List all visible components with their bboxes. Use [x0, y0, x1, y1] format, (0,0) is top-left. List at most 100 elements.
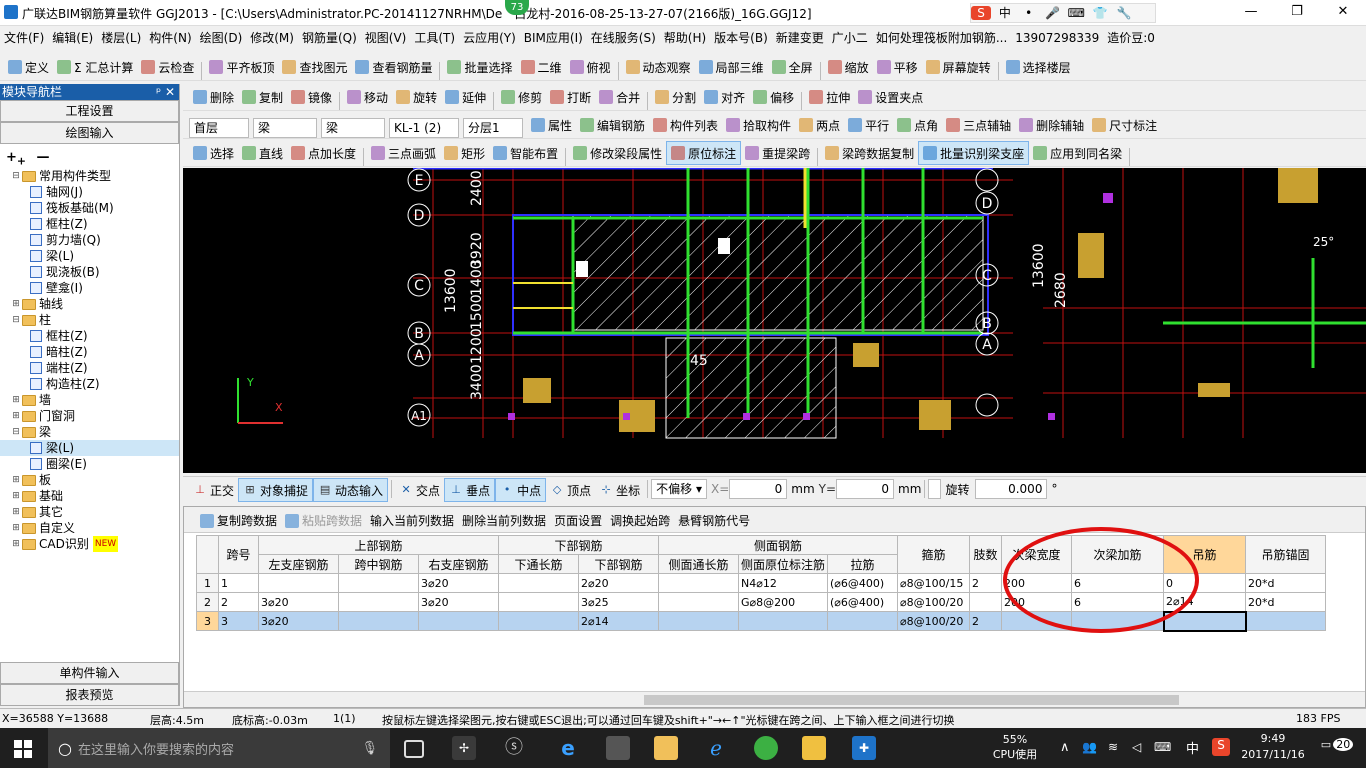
- toolbar1-item-12[interactable]: 缩放: [824, 55, 873, 79]
- table-cell[interactable]: [658, 592, 739, 612]
- table-cell[interactable]: [1245, 611, 1327, 631]
- table-cell[interactable]: [498, 592, 579, 612]
- menu-item-1[interactable]: 编辑(E): [48, 26, 97, 50]
- toolbar2-item-4[interactable]: 旋转: [392, 85, 441, 109]
- tree-expander-icon[interactable]: ⊟: [10, 168, 22, 184]
- layer-select-4[interactable]: 分层1: [463, 118, 523, 138]
- toolbar2-item-11[interactable]: 偏移: [749, 85, 798, 109]
- layer-select-0[interactable]: 首层: [189, 118, 249, 138]
- file-explorer-icon[interactable]: [654, 736, 678, 760]
- toolbar3-item-9[interactable]: 尺寸标注: [1088, 113, 1161, 137]
- toolbar4-item-0[interactable]: 选择: [189, 141, 238, 165]
- toolbar4-item-9[interactable]: 梁跨数据复制: [821, 141, 918, 165]
- tree-node-12[interactable]: 端柱(Z): [0, 360, 179, 376]
- toolbar4-item-11[interactable]: 应用到同名梁: [1029, 141, 1126, 165]
- tree-expander-icon[interactable]: ⊟: [10, 424, 22, 440]
- toolbar1-item-10[interactable]: 局部三维: [695, 55, 768, 79]
- menu-item-16[interactable]: 如何处理筏板附加钢筋...: [872, 26, 1011, 50]
- tree-expander-icon[interactable]: ⊞: [10, 472, 22, 488]
- table-cell[interactable]: 3: [218, 611, 259, 631]
- table-cell[interactable]: 2: [969, 611, 1003, 631]
- ime-indicator[interactable]: 中: [1186, 738, 1199, 757]
- person-tray-icon[interactable]: 👥: [1082, 740, 1097, 754]
- tree-node-1[interactable]: 轴网(J): [0, 184, 179, 200]
- maximize-button[interactable]: ❐: [1274, 0, 1320, 26]
- tree-node-5[interactable]: 梁(L): [0, 248, 179, 264]
- tree-node-3[interactable]: 框柱(Z): [0, 216, 179, 232]
- green-app-icon[interactable]: [754, 736, 778, 760]
- tree-node-14[interactable]: ⊞ 墙: [0, 392, 179, 408]
- tree-expander-icon[interactable]: ⊞: [10, 520, 22, 536]
- toolbar2-item-6[interactable]: 修剪: [497, 85, 546, 109]
- table-cell[interactable]: 2: [218, 592, 259, 612]
- coordinate-snap[interactable]: ⊹ 坐标: [595, 478, 644, 502]
- toolbar2-item-12[interactable]: 拉伸: [805, 85, 854, 109]
- menu-item-7[interactable]: 视图(V): [361, 26, 411, 50]
- tree-expander-icon[interactable]: ⊞: [10, 536, 22, 552]
- tree-node-22[interactable]: ⊞ 自定义: [0, 520, 179, 536]
- table-cell[interactable]: [1162, 610, 1247, 632]
- table-cell[interactable]: [338, 611, 419, 631]
- project-settings-button[interactable]: 工程设置: [0, 100, 179, 122]
- toolbar2-item-1[interactable]: 复制: [238, 85, 287, 109]
- wifi-icon[interactable]: ≋: [1108, 740, 1118, 754]
- tree-expander-icon[interactable]: ⊞: [10, 504, 22, 520]
- object-snap-toggle[interactable]: ⊞ 对象捕捉: [238, 478, 314, 502]
- minimize-button[interactable]: —: [1228, 0, 1274, 26]
- tree-node-20[interactable]: ⊞ 基础: [0, 488, 179, 504]
- table-cell[interactable]: [658, 573, 739, 593]
- single-component-input-button[interactable]: 单构件输入: [0, 662, 179, 684]
- toolbar3-item-2[interactable]: 构件列表: [649, 113, 722, 137]
- tree-node-6[interactable]: 现浇板(B): [0, 264, 179, 280]
- drawing-input-button[interactable]: 绘图输入: [0, 122, 179, 144]
- action-center-icon[interactable]: ▭ 20: [1320, 738, 1354, 760]
- table-cell[interactable]: ⌀8@100/15: [897, 573, 971, 593]
- toolbar1-item-4[interactable]: 查找图元: [278, 55, 351, 79]
- task-view-icon[interactable]: [404, 740, 424, 758]
- microphone-icon[interactable]: 🎙: [361, 741, 378, 756]
- tree-expander-icon[interactable]: ⊞: [10, 488, 22, 504]
- midpoint-snap[interactable]: • 中点: [495, 478, 547, 502]
- tree-node-21[interactable]: ⊞ 其它: [0, 504, 179, 520]
- tree-node-17[interactable]: 梁(L): [0, 440, 179, 456]
- tree-node-0[interactable]: ⊟ 常用构件类型: [0, 168, 179, 184]
- toolbar2-item-10[interactable]: 对齐: [700, 85, 749, 109]
- menu-item-8[interactable]: 工具(T): [410, 26, 459, 50]
- tree-expander-icon[interactable]: ⊞: [10, 392, 22, 408]
- ime-toolbar[interactable]: S 中 • 🎤 ⌨ 👕 🔧: [970, 3, 1156, 23]
- menu-item-2[interactable]: 楼层(L): [97, 26, 145, 50]
- tree-expander-icon[interactable]: ⊞: [10, 408, 22, 424]
- grid-tool-6[interactable]: 悬臂钢筋代号: [674, 509, 754, 533]
- table-cell[interactable]: [338, 573, 419, 593]
- table-cell[interactable]: (⌀6@400): [827, 573, 899, 593]
- menu-item-15[interactable]: 广小二: [828, 26, 872, 50]
- y-offset-input[interactable]: 0: [836, 479, 895, 499]
- toolbar2-item-7[interactable]: 打断: [546, 85, 595, 109]
- toolbar1-item-6[interactable]: 批量选择: [443, 55, 516, 79]
- table-cell[interactable]: [969, 592, 1003, 612]
- tree-node-16[interactable]: ⊟ 梁: [0, 424, 179, 440]
- menu-item-11[interactable]: 在线服务(S): [587, 26, 660, 50]
- layer-select-3[interactable]: KL-1 (2): [389, 118, 459, 138]
- grid-tool-2[interactable]: 输入当前列数据: [366, 509, 458, 533]
- toolbar1-item-5[interactable]: 查看钢筋量: [351, 55, 436, 79]
- toolbar4-item-10[interactable]: 批量识别梁支座: [918, 141, 1030, 165]
- grid-tool-0[interactable]: 复制跨数据: [196, 509, 281, 533]
- table-cell[interactable]: [498, 573, 579, 593]
- table-cell[interactable]: 2⌀20: [578, 573, 659, 593]
- tools-icon[interactable]: 🔧: [1114, 6, 1134, 20]
- table-cell[interactable]: [258, 573, 339, 593]
- edge-browser-icon[interactable]: e: [556, 736, 580, 760]
- cad-drawing-canvas[interactable]: E D C B A A1 D C B A 2400 3920 13600 140…: [183, 168, 1366, 473]
- table-cell[interactable]: 20*d: [1245, 573, 1327, 593]
- toolbar1-item-15[interactable]: 选择楼层: [1002, 55, 1075, 79]
- x-offset-input[interactable]: 0: [729, 479, 788, 499]
- tree-node-13[interactable]: 构造柱(Z): [0, 376, 179, 392]
- dynamic-input-toggle[interactable]: ▤ 动态输入: [313, 478, 389, 502]
- expand-collapse-icons[interactable]: ++ —: [0, 144, 179, 168]
- vertex-snap[interactable]: ◇ 顶点: [546, 478, 595, 502]
- taskbar-search-box[interactable]: ○ 在这里输入你要搜索的内容 🎙: [48, 728, 390, 768]
- menu-item-6[interactable]: 钢筋量(Q): [298, 26, 361, 50]
- tree-node-23[interactable]: ⊞ CAD识别 NEW: [0, 536, 179, 552]
- menu-item-17[interactable]: 13907298339: [1011, 26, 1103, 50]
